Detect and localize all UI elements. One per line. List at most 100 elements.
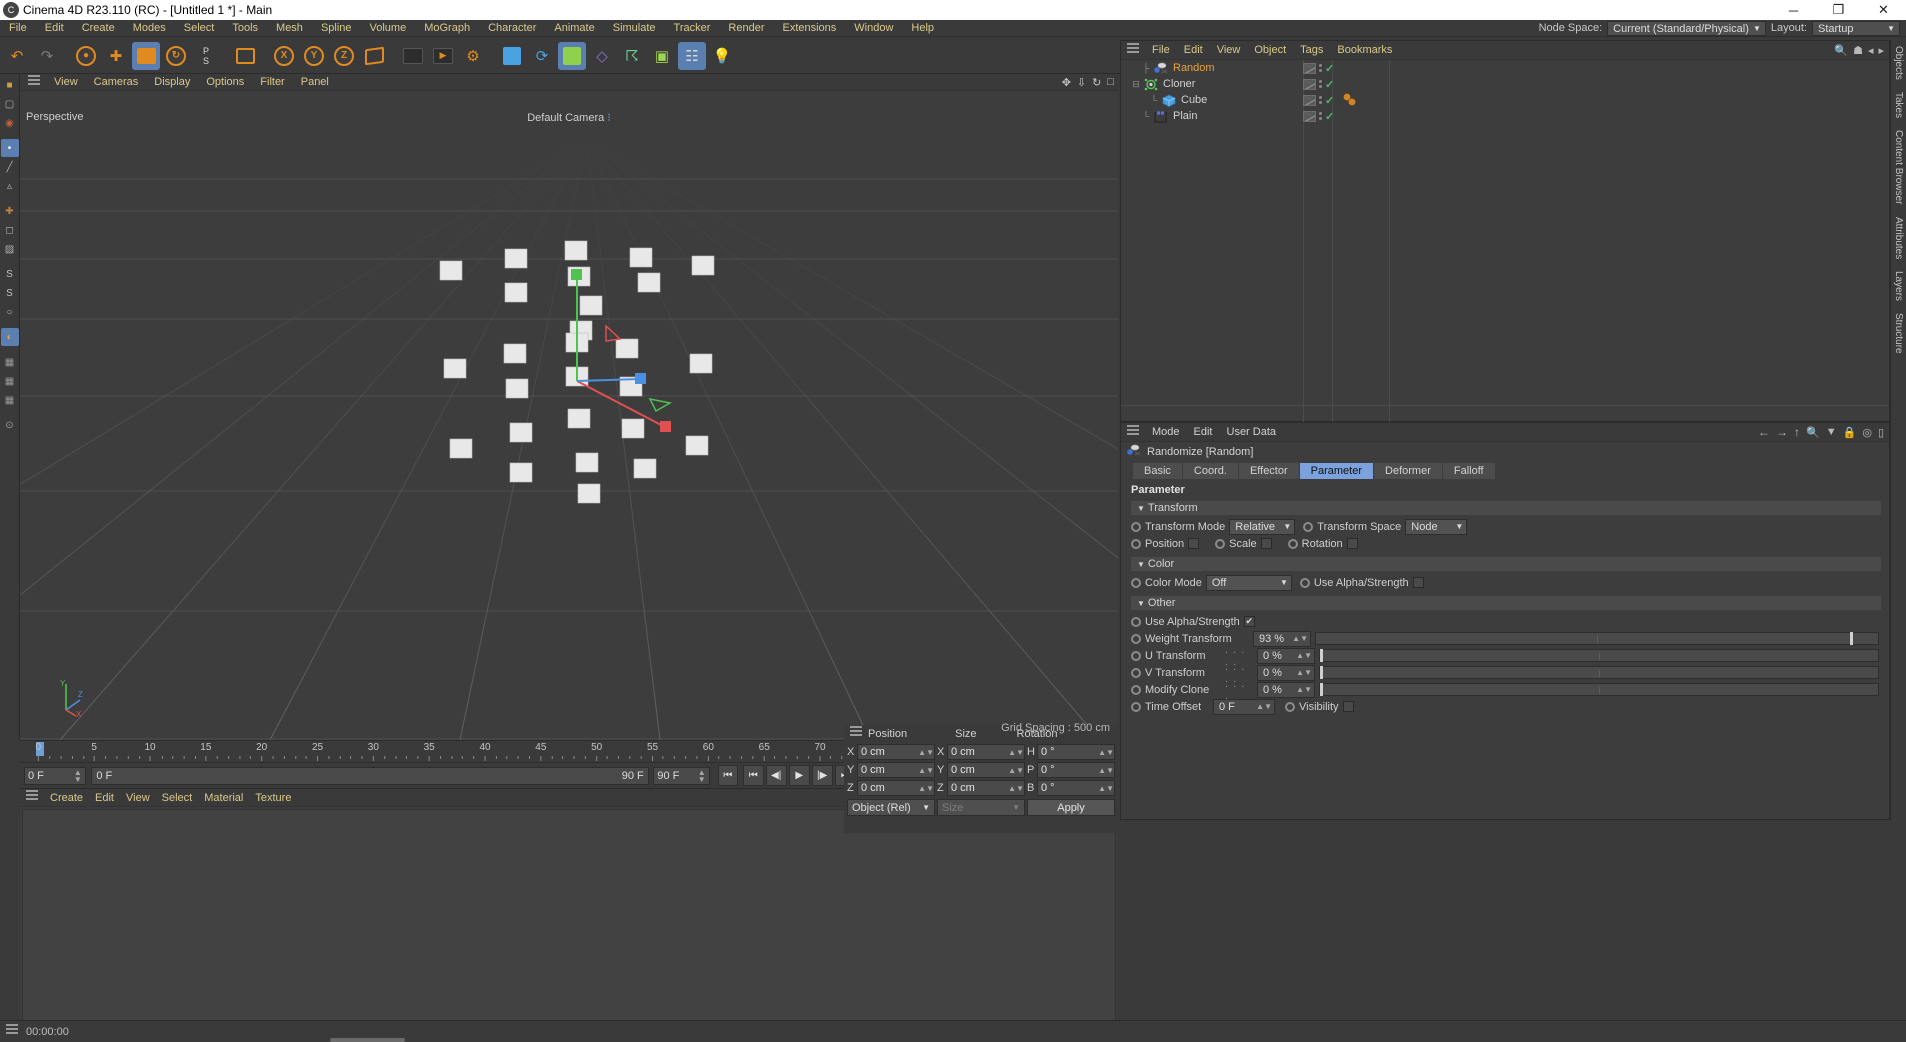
slider-knob[interactable] (1320, 666, 1323, 679)
weight-transform-slider[interactable] (1315, 632, 1879, 645)
menu-item-simulate[interactable]: Simulate (604, 20, 665, 37)
material-list-area[interactable] (22, 809, 1116, 1023)
attribute-menu-mode[interactable]: Mode (1145, 426, 1187, 438)
time-offset-anim-dot[interactable] (1131, 701, 1141, 712)
position-anim-dot[interactable] (1131, 538, 1141, 549)
material-menu-create[interactable]: Create (44, 792, 89, 804)
material-menu-texture[interactable]: Texture (249, 792, 297, 804)
collapse-arrow-icon[interactable]: ▼ (1137, 599, 1145, 608)
object-menu-view[interactable]: View (1210, 44, 1248, 56)
add-camera-button[interactable]: ▣ (648, 42, 676, 70)
enable-axis-modification[interactable] (360, 42, 388, 70)
collapse-arrow-icon[interactable]: ▼ (1137, 560, 1145, 569)
color-mode-select[interactable]: Off ▼ (1205, 574, 1292, 591)
menu-item-character[interactable]: Character (479, 20, 545, 37)
viewport-hamburger-icon[interactable] (28, 74, 40, 90)
go-to-start-button[interactable]: ⏮ (718, 765, 738, 786)
live-selection-tool[interactable]: ● (72, 42, 100, 70)
vtab-objects[interactable]: Objects (1891, 40, 1906, 86)
menu-item-help[interactable]: Help (902, 20, 943, 37)
menu-item-tracker[interactable]: Tracker (665, 20, 720, 37)
enable-check-icon[interactable]: ✓ (1325, 78, 1334, 91)
viewport-menu-view[interactable]: View (46, 76, 86, 88)
object-row-cube[interactable]: └ Cube ✓ (1121, 92, 1889, 108)
viewport-solo-icon[interactable]: ◻ (1, 221, 19, 239)
menu-item-volume[interactable]: Volume (361, 20, 416, 37)
group-transform[interactable]: ▼ Transform (1131, 501, 1881, 515)
tab-parameter[interactable]: Parameter (1299, 463, 1374, 479)
visibility-dots-icon[interactable] (1319, 112, 1322, 120)
position-z-input[interactable]: 0 cm ▲▼ (857, 780, 935, 796)
object-menu-object[interactable]: Object (1247, 44, 1293, 56)
rotate-tool[interactable]: ↻ (162, 42, 190, 70)
material-menu-material[interactable]: Material (198, 792, 249, 804)
render-view-button[interactable] (399, 42, 427, 70)
attribute-forward-icon[interactable]: → (1776, 425, 1788, 439)
node-space-select[interactable]: Current (Standard/Physical) ▼ (1607, 20, 1766, 36)
spinner-icon[interactable]: ▲▼ (1256, 703, 1272, 711)
u-transform-slider[interactable] (1319, 649, 1879, 662)
attribute-back-icon[interactable]: ← (1758, 425, 1770, 439)
color-mode-anim-dot[interactable] (1131, 577, 1141, 588)
add-mograph-button[interactable]: ☷ (678, 41, 706, 70)
object-search-icon[interactable]: 🔍 (1834, 44, 1848, 57)
preview-range-bar[interactable]: 0 F 90 F (91, 766, 649, 785)
attribute-pin-icon[interactable]: ▯ (1878, 426, 1884, 439)
menu-item-file[interactable]: File (0, 20, 36, 37)
display-toggle-icon[interactable] (1303, 78, 1316, 90)
menu-item-mograph[interactable]: MoGraph (415, 20, 479, 37)
move-tool[interactable]: ✚ (102, 42, 130, 70)
quantize-icon[interactable]: ○ (1, 303, 19, 321)
scale-checkbox[interactable] (1260, 538, 1272, 549)
add-generator-button[interactable] (558, 41, 586, 70)
window-controls[interactable]: ─ ❐ ✕ (1771, 0, 1906, 20)
psr-tool[interactable]: PS (192, 42, 220, 70)
menu-item-select[interactable]: Select (175, 20, 224, 37)
spinner-icon[interactable]: ▲▼ (1296, 652, 1312, 660)
vtab-takes[interactable]: Takes (1891, 86, 1906, 124)
y-axis-lock[interactable]: Y (300, 42, 328, 70)
close-button[interactable]: ✕ (1861, 0, 1906, 20)
object-row-cloner[interactable]: ⊟ Cloner ✓ (1121, 76, 1889, 92)
group-other[interactable]: ▼ Other (1131, 596, 1881, 610)
layout-grid-icon[interactable]: ▦ (1, 353, 19, 371)
slider-knob[interactable] (1320, 683, 1323, 696)
collapse-arrow-icon[interactable]: ▼ (1137, 504, 1145, 513)
weight-transform-input[interactable]: 93 % ▲▼ (1253, 630, 1311, 647)
add-cube-button[interactable] (498, 42, 526, 70)
object-manager-hamburger-icon[interactable] (1127, 42, 1139, 58)
add-deformer-button[interactable]: ◇ (588, 42, 616, 70)
add-environment-button[interactable]: ☈ (618, 42, 646, 70)
apply-button[interactable]: Apply (1027, 799, 1115, 816)
vtab-content-browser[interactable]: Content Browser (1891, 124, 1906, 210)
viewport-dolly-icon[interactable]: ⇩ (1077, 76, 1086, 89)
previous-keyframe-button[interactable]: ⏮ (742, 765, 764, 786)
time-offset-input[interactable]: 0 F ▲▼ (1213, 698, 1275, 715)
object-mode-icon[interactable]: ▢ (1, 95, 19, 113)
weight-transform-anim-dot[interactable] (1131, 633, 1141, 644)
v-transform-anim-dot[interactable] (1131, 667, 1141, 678)
attribute-menu-edit[interactable]: Edit (1187, 426, 1220, 438)
viewport-menu-panel[interactable]: Panel (293, 76, 337, 88)
add-spline-button[interactable]: ⟳ (528, 42, 556, 70)
z-axis-lock[interactable]: Z (330, 42, 358, 70)
enable-check-icon[interactable]: ✓ (1325, 94, 1334, 107)
play-button[interactable]: ▶ (788, 765, 810, 786)
attribute-lock-icon[interactable]: 🔒 (1843, 426, 1857, 439)
viewport-menu-options[interactable]: Options (198, 76, 252, 88)
snap-enable-icon[interactable]: S (1, 265, 19, 283)
slider-knob[interactable] (1320, 649, 1323, 662)
cube-object-tags[interactable] (1342, 93, 1358, 107)
object-nav-back-icon[interactable]: ◂ (1868, 44, 1874, 57)
attribute-hamburger-icon[interactable] (1127, 424, 1139, 440)
attribute-menu-user-data[interactable]: User Data (1220, 426, 1284, 438)
display-toggle-icon[interactable] (1303, 110, 1316, 122)
u-transform-anim-dot[interactable] (1131, 650, 1141, 661)
material-menu-view[interactable]: View (120, 792, 156, 804)
object-row-plain[interactable]: └ Plain ✓ (1121, 108, 1889, 124)
vtab-structure[interactable]: Structure (1891, 307, 1906, 360)
transform-gizmo[interactable] (20, 91, 1118, 740)
menu-item-spline[interactable]: Spline (312, 20, 361, 37)
scale-anim-dot[interactable] (1215, 538, 1226, 549)
add-light-button[interactable]: 💡 (708, 42, 736, 70)
